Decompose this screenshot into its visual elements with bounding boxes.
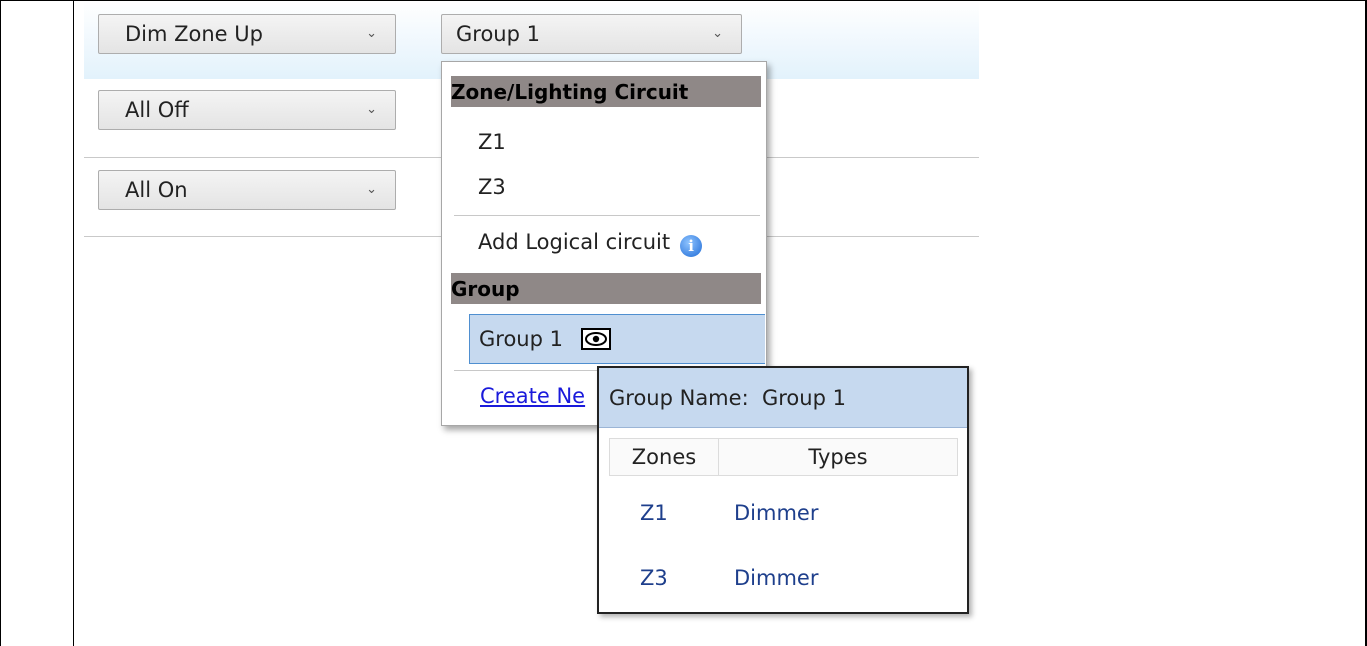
group-popup-title: Group Name: Group 1 — [599, 368, 967, 428]
target-select-value: Group 1 — [456, 22, 540, 46]
column-header-types: Types — [718, 438, 958, 476]
action-select-dim-zone-up[interactable]: Dim Zone Up ⌄ — [98, 14, 396, 54]
dropdown-header-zone: Zone/Lighting Circuit — [451, 76, 761, 107]
dropdown-item-z3[interactable]: Z3 — [478, 175, 506, 199]
dropdown-header-group: Group — [451, 273, 761, 304]
table-cell-type: Dimmer — [734, 566, 819, 590]
action-select-all-off[interactable]: All Off ⌄ — [98, 90, 396, 130]
frame-left-border — [0, 0, 1, 646]
target-select[interactable]: Group 1 ⌄ — [441, 14, 742, 54]
column-header-zones: Zones — [609, 438, 719, 476]
action-select-value: All Off — [125, 98, 189, 122]
table-cell-zone: Z3 — [640, 566, 668, 590]
action-select-all-on[interactable]: All On ⌄ — [98, 170, 396, 210]
chevron-down-icon: ⌄ — [366, 182, 377, 197]
dropdown-item-z1[interactable]: Z1 — [478, 130, 506, 154]
table-cell-type: Dimmer — [734, 501, 819, 525]
group-details-popup: Group Name: Group 1 Zones Types Z1 Dimme… — [597, 366, 969, 614]
table-cell-zone: Z1 — [640, 501, 668, 525]
create-new-group-link[interactable]: Create Ne — [480, 384, 585, 408]
action-select-value: All On — [125, 178, 188, 202]
group-item-label: Group 1 — [479, 327, 563, 351]
chevron-down-icon: ⌄ — [366, 102, 377, 117]
dropdown-item-group-1[interactable]: Group 1 — [469, 314, 765, 364]
add-logical-circuit-label: Add Logical circuit — [478, 230, 671, 254]
frame-inner-border — [73, 0, 74, 646]
dropdown-separator — [454, 215, 760, 216]
chevron-down-icon: ⌄ — [712, 26, 723, 41]
eye-icon[interactable] — [580, 328, 611, 350]
chevron-down-icon: ⌄ — [366, 26, 377, 41]
action-select-value: Dim Zone Up — [125, 22, 263, 46]
info-icon[interactable]: i — [680, 235, 703, 257]
add-logical-circuit-item[interactable]: Add Logical circuit i — [478, 230, 703, 257]
